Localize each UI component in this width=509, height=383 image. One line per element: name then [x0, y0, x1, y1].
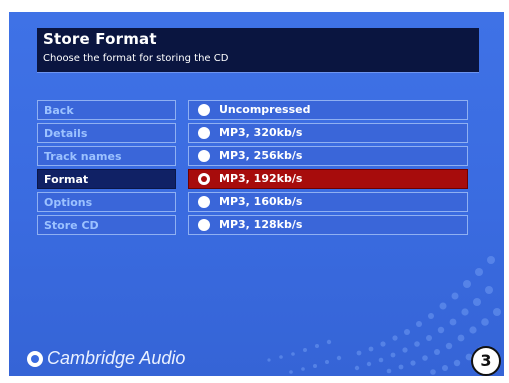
- radio-selected-icon: [198, 173, 210, 185]
- menu-item-back[interactable]: Back: [37, 100, 176, 120]
- brand-logo-area: Cambridge Audio: [27, 348, 185, 369]
- menu-item-options[interactable]: Options: [37, 192, 176, 212]
- format-option-label: Uncompressed: [219, 103, 311, 116]
- format-option-label: MP3, 160kb/s: [219, 195, 303, 208]
- radio-icon: [198, 127, 210, 139]
- menu-item-track-names[interactable]: Track names: [37, 146, 176, 166]
- format-option-uncompressed[interactable]: Uncompressed: [188, 100, 468, 120]
- format-option-mp3-128[interactable]: MP3, 128kb/s: [188, 215, 468, 235]
- brand-logo-icon: [27, 350, 43, 367]
- radio-icon: [198, 196, 210, 208]
- format-options: Uncompressed MP3, 320kb/s MP3, 256kb/s M…: [188, 100, 468, 238]
- format-option-label: MP3, 128kb/s: [219, 218, 303, 231]
- format-option-label: MP3, 320kb/s: [219, 126, 303, 139]
- format-option-mp3-192[interactable]: MP3, 192kb/s: [188, 169, 468, 189]
- format-option-mp3-320[interactable]: MP3, 320kb/s: [188, 123, 468, 143]
- screen: Store Format Choose the format for stori…: [9, 12, 504, 376]
- menu-item-store-cd[interactable]: Store CD: [37, 215, 176, 235]
- radio-icon: [198, 219, 210, 231]
- page-number-badge: 3: [471, 346, 501, 376]
- menu-item-details[interactable]: Details: [37, 123, 176, 143]
- menu-item-format[interactable]: Format: [37, 169, 176, 189]
- format-option-label: MP3, 192kb/s: [219, 172, 303, 185]
- radio-icon: [198, 104, 210, 116]
- format-option-mp3-256[interactable]: MP3, 256kb/s: [188, 146, 468, 166]
- radio-icon: [198, 150, 210, 162]
- page-title: Store Format: [43, 30, 157, 48]
- format-option-mp3-160[interactable]: MP3, 160kb/s: [188, 192, 468, 212]
- left-menu: Back Details Track names Format Options …: [37, 100, 176, 238]
- title-bar: Store Format Choose the format for stori…: [37, 28, 479, 72]
- brand-name: Cambridge Audio: [47, 348, 186, 368]
- format-option-label: MP3, 256kb/s: [219, 149, 303, 162]
- page-subtitle: Choose the format for storing the CD: [43, 53, 229, 64]
